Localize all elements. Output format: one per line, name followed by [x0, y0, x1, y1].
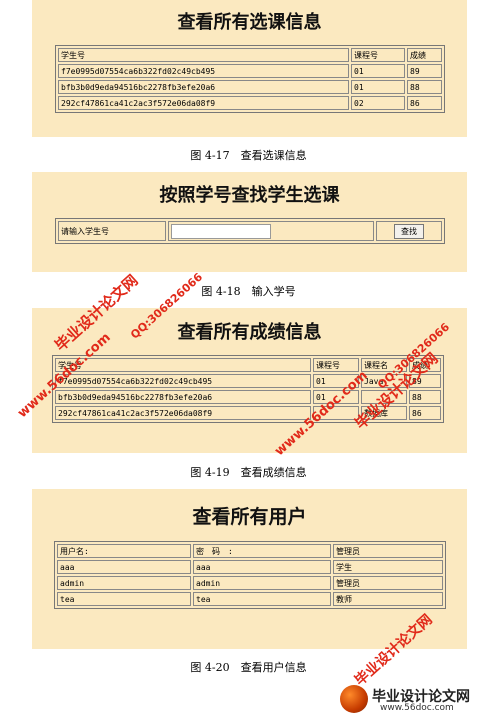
- table-cell: 292cf47861ca41c2ac3f572e06da08f9: [55, 406, 311, 420]
- table-cell: 02: [351, 96, 405, 110]
- figure-caption: 图 4-20 查看用户信息: [190, 661, 307, 674]
- table-row: aaa aaa 学生: [57, 560, 443, 574]
- table-cell: tea: [193, 592, 331, 606]
- button-cell: 查找: [376, 221, 442, 241]
- site-logo-icon: [340, 685, 368, 713]
- table-cell: bfb3b0d9eda94516bc2278fb3efe20a6: [55, 390, 311, 404]
- header-cell: 学生号: [58, 48, 349, 62]
- header-cell: 课程号: [313, 358, 359, 372]
- header-cell: 密 码 :: [193, 544, 331, 558]
- table-cell: tea: [57, 592, 191, 606]
- header-cell: 学生号: [55, 358, 311, 372]
- header-cell: 课程号: [351, 48, 405, 62]
- table-row: bfb3b0d9eda94516bc2278fb3efe20a6 01 88: [58, 80, 442, 94]
- table-row: admin admin 管理员: [57, 576, 443, 590]
- table-cell: 01: [351, 64, 405, 78]
- table-cell: 01: [351, 80, 405, 94]
- find-button[interactable]: 查找: [394, 223, 424, 239]
- student-id-input[interactable]: [171, 223, 271, 239]
- panel-all-enrollments: 查看所有选课信息 学生号 课程号 成绩 f7e0995d07554ca6b322…: [32, 0, 467, 137]
- table-cell: 89: [407, 64, 442, 78]
- table-cell: admin: [57, 576, 191, 590]
- panel-all-users: 查看所有用户 用户名: 密 码 : 管理员 aaa aaa 学生 admin a…: [32, 489, 467, 649]
- table-cell: 292cf47861ca41c2ac3f572e06da08f9: [58, 96, 349, 110]
- header-cell: 管理员: [333, 544, 443, 558]
- panel-title: 查看所有用户: [192, 506, 307, 528]
- input-cell: [168, 221, 374, 241]
- table-cell: 86: [407, 96, 442, 110]
- footer-site: www.56doc.com: [380, 703, 454, 713]
- search-form-row: 请输入学生号 查找: [58, 221, 442, 241]
- panel-title: 按照学号查找学生选课: [159, 185, 340, 206]
- table-cell: 管理员: [333, 576, 443, 590]
- figure-caption: 图 4-18 输入学号: [201, 285, 296, 298]
- table-cell: 教师: [333, 592, 443, 606]
- search-form-table: 请输入学生号 查找: [55, 218, 445, 244]
- table-cell: f7e0995d07554ca6b322fd02c49cb495: [58, 64, 349, 78]
- table-header-row: 用户名: 密 码 : 管理员: [57, 544, 443, 558]
- student-id-label: 请输入学生号: [58, 221, 166, 241]
- table-header-row: 学生号 课程号 课程名 成绩: [55, 358, 441, 372]
- table-row: 292cf47861ca41c2ac3f572e06da08f9 02 86: [58, 96, 442, 110]
- table-cell: admin: [193, 576, 331, 590]
- table-row: tea tea 教师: [57, 592, 443, 606]
- panel-search-by-student: 按照学号查找学生选课 请输入学生号 查找: [32, 172, 467, 272]
- table-cell: f7e0995d07554ca6b322fd02c49cb495: [55, 374, 311, 388]
- figure-caption: 图 4-17 查看选课信息: [190, 149, 307, 162]
- table-cell: aaa: [57, 560, 191, 574]
- table-header-row: 学生号 课程号 成绩: [58, 48, 442, 62]
- table-cell: bfb3b0d9eda94516bc2278fb3efe20a6: [58, 80, 349, 94]
- table-cell: 学生: [333, 560, 443, 574]
- header-cell: 用户名:: [57, 544, 191, 558]
- table-cell: 88: [409, 390, 441, 404]
- figure-caption: 图 4-19 查看成绩信息: [190, 466, 307, 479]
- users-table: 用户名: 密 码 : 管理员 aaa aaa 学生 admin admin 管理…: [54, 541, 446, 609]
- table-cell: 88: [407, 80, 442, 94]
- header-cell: 成绩: [407, 48, 442, 62]
- panel-title: 查看所有选课信息: [177, 12, 322, 33]
- table-cell: 86: [409, 406, 441, 420]
- enrollments-table: 学生号 课程号 成绩 f7e0995d07554ca6b322fd02c49cb…: [55, 45, 445, 113]
- table-cell: aaa: [193, 560, 331, 574]
- table-row: f7e0995d07554ca6b322fd02c49cb495 01 89: [58, 64, 442, 78]
